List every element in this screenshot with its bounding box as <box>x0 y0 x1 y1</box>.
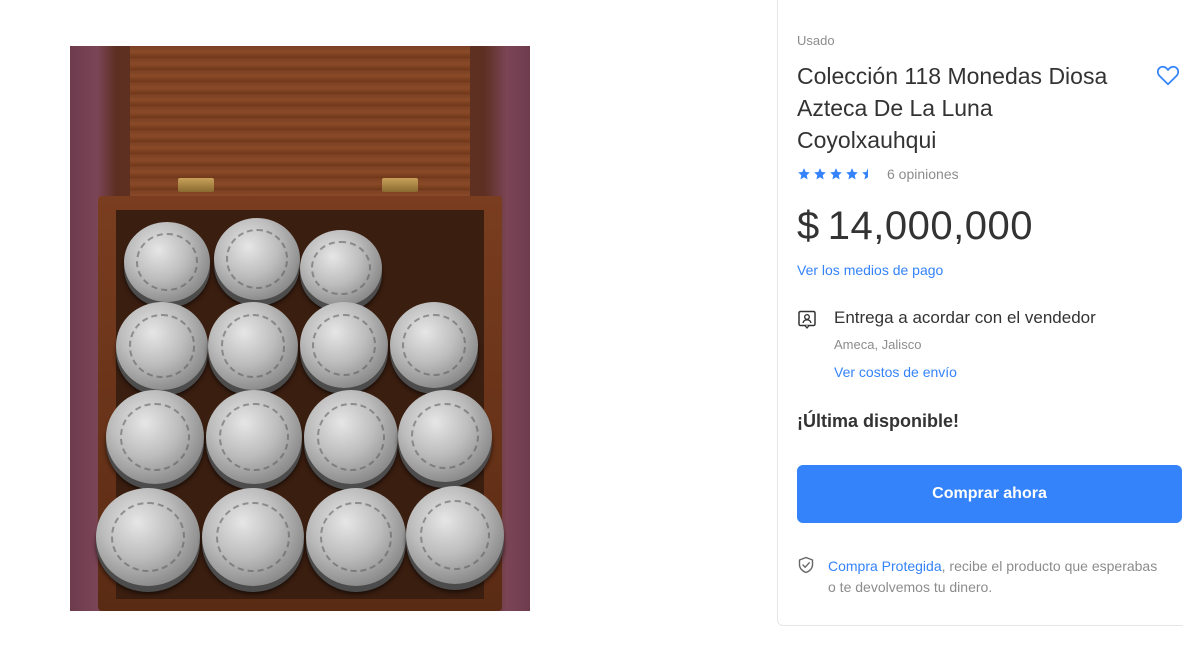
coin <box>124 222 210 302</box>
product-title: Colección 118 Monedas Diosa Azteca De La… <box>797 63 1108 153</box>
product-gallery <box>0 0 770 647</box>
stock-label: ¡Última disponible! <box>797 411 959 431</box>
coin <box>206 390 302 484</box>
delivery-agreement-icon <box>798 310 816 329</box>
star-icon <box>846 168 858 180</box>
reviews-count[interactable]: 6 opiniones <box>887 166 959 182</box>
condition-label: Usado <box>797 33 835 48</box>
star-icon <box>830 168 842 180</box>
seller-location: Ameca, Jalisco <box>834 337 922 352</box>
heart-icon[interactable] <box>1155 62 1181 88</box>
rating-stars <box>797 167 875 181</box>
buy-now-button[interactable]: Comprar ahora <box>797 465 1182 523</box>
currency-symbol: $ <box>797 204 820 248</box>
shipping-costs-link[interactable]: Ver costos de envío <box>834 364 957 380</box>
coin <box>208 302 298 390</box>
star-icon <box>814 168 826 180</box>
coin <box>202 488 304 586</box>
coin <box>304 390 398 484</box>
price-amount: 14,000,000 <box>827 204 1033 248</box>
star-half-icon <box>862 168 874 180</box>
coin <box>406 486 504 584</box>
box-hinge <box>178 178 214 192</box>
box-hinge <box>382 178 418 192</box>
star-icon <box>798 168 810 180</box>
protected-purchase-text: Compra Protegida, recibe el producto que… <box>828 556 1168 598</box>
product-photo[interactable] <box>70 46 530 611</box>
delivery-text: Entrega a acordar con el vendedor <box>834 308 1096 327</box>
protected-purchase-link[interactable]: Compra Protegida <box>828 558 942 574</box>
coin <box>300 230 382 306</box>
coin <box>214 218 300 300</box>
coin <box>106 390 204 484</box>
rating[interactable]: 6 opiniones <box>797 166 959 182</box>
coin <box>96 488 200 586</box>
coin <box>398 390 492 482</box>
coin <box>116 302 208 390</box>
shield-check-icon <box>798 556 814 574</box>
coin <box>306 488 406 586</box>
buy-box: Usado Colección 118 Monedas Diosa Azteca… <box>777 0 1183 626</box>
payment-methods-link[interactable]: Ver los medios de pago <box>797 262 943 278</box>
price: $ 14,000,000 <box>797 204 1033 249</box>
coin <box>300 302 388 388</box>
coin <box>390 302 478 388</box>
